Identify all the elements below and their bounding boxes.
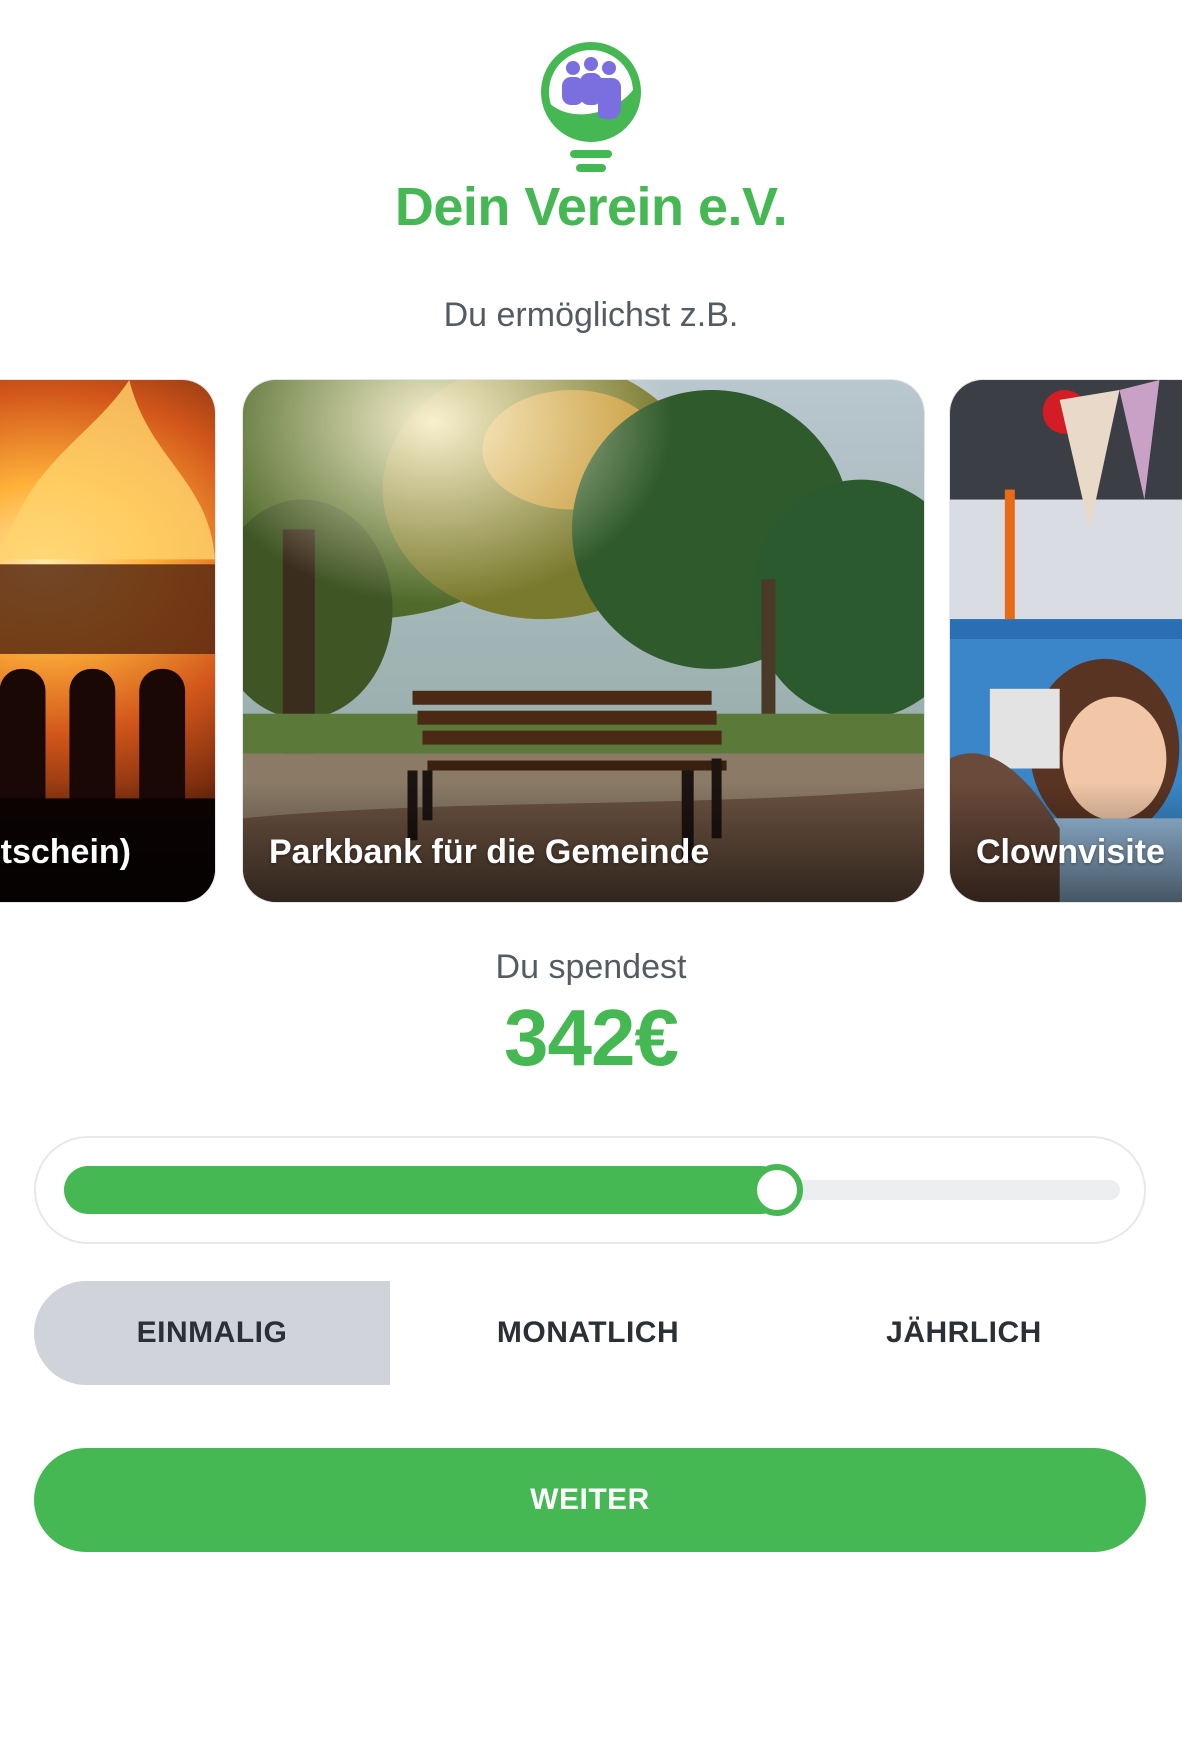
- intro-text: Du ermöglichst z.B.: [443, 296, 739, 334]
- slider-thumb[interactable]: [750, 1164, 803, 1216]
- organization-name: Dein Verein e.V.: [394, 177, 788, 237]
- carousel-card-clown-visit[interactable]: Clownvisite: [949, 379, 1182, 903]
- frequency-option-einmalig[interactable]: EINMALIG: [34, 1281, 390, 1385]
- logo: [536, 42, 646, 178]
- frequency-option-monatlich[interactable]: MONATLICH: [410, 1281, 766, 1385]
- donation-label: Du spendest: [495, 948, 687, 986]
- carousel-card-label: Clownvisite: [976, 833, 1165, 871]
- carousel-card-label: tschein): [0, 833, 131, 871]
- carousel-card-park-bench[interactable]: Parkbank für die Gemeinde: [242, 379, 925, 903]
- donation-amount: 342€: [504, 993, 679, 1082]
- next-button[interactable]: WEITER: [34, 1448, 1146, 1552]
- frequency-option-jaehrlich[interactable]: JÄHRLICH: [786, 1281, 1142, 1385]
- frequency-selector: EINMALIG MONATLICH JÄHRLICH: [34, 1281, 1146, 1385]
- carousel-card-campfire[interactable]: tschein): [0, 379, 216, 903]
- amount-slider[interactable]: [34, 1136, 1146, 1244]
- carousel-card-label: Parkbank für die Gemeinde: [269, 833, 710, 871]
- project-carousel[interactable]: tschein) Parkbank für die Gemeinde Clown…: [0, 379, 1182, 905]
- lightbulb-people-logo-icon: [541, 42, 641, 172]
- donation-page: Dein Verein e.V. Du ermöglichst z.B. tsc…: [0, 0, 1182, 1756]
- slider-fill: [64, 1166, 785, 1214]
